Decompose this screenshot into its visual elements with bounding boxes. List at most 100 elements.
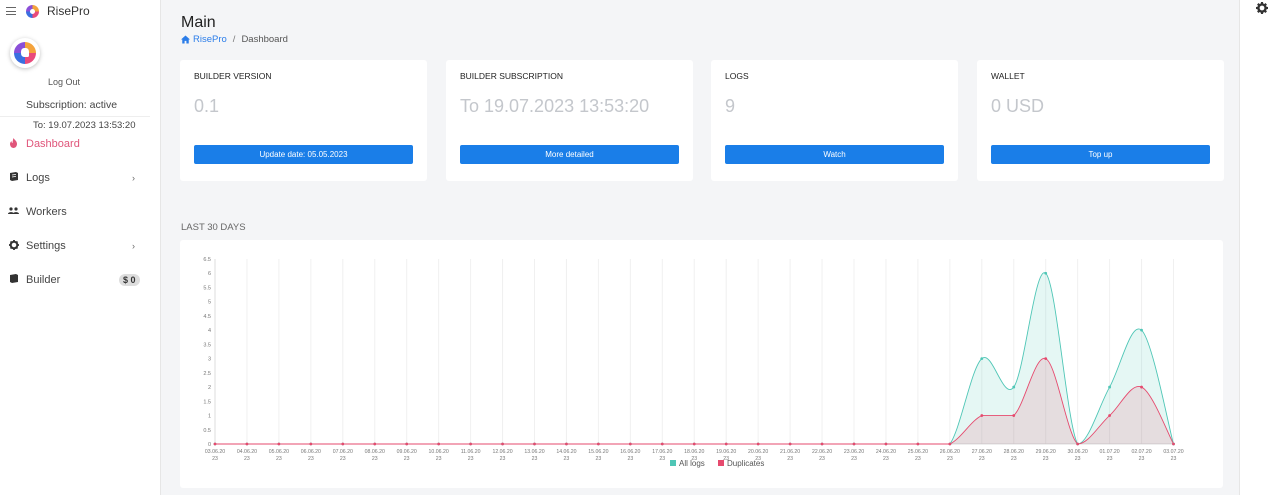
chevron-right-icon: › <box>132 173 135 183</box>
avatar-logo-icon <box>14 42 36 64</box>
watch-button[interactable]: Watch <box>725 145 944 164</box>
data-point <box>980 414 984 417</box>
data-point <box>1172 442 1175 446</box>
x-tick-label: 13.06.20 23 <box>524 449 544 462</box>
data-point <box>533 442 536 446</box>
breadcrumb-current: Dashboard <box>241 34 288 45</box>
x-tick-label: 04.06.20 23 <box>237 449 257 462</box>
data-point <box>1108 385 1111 389</box>
y-tick-label: 5.5 <box>203 285 211 291</box>
more-detailed-button[interactable]: More detailed <box>460 145 679 164</box>
page-title: Main <box>181 14 216 31</box>
data-point <box>213 442 217 446</box>
y-tick-label: 1 <box>208 414 211 420</box>
x-tick-label: 15.06.20 23 <box>588 449 608 462</box>
sidebar-item-builder[interactable]: Builder $ 0 <box>0 263 150 297</box>
sidebar-item-label: Dashboard <box>26 138 80 150</box>
logout-link[interactable]: Log Out <box>48 77 80 87</box>
chevron-right-icon: › <box>132 241 135 251</box>
data-point <box>756 442 760 446</box>
data-point <box>724 442 728 446</box>
avatar <box>10 38 40 68</box>
breadcrumb-home-label: RisePro <box>193 34 227 45</box>
x-tick-label: 21.06.20 23 <box>780 449 800 462</box>
x-tick-label: 03.07.20 23 <box>1163 449 1183 462</box>
data-point <box>1076 442 1080 446</box>
y-tick-label: 0 <box>208 442 211 448</box>
data-point <box>1012 414 1016 417</box>
sidebar-item-workers[interactable]: Workers <box>0 195 150 229</box>
fire-icon <box>8 137 19 151</box>
card-value: 0 USD <box>991 96 1045 116</box>
x-tick-label: 01.07.20 23 <box>1099 449 1119 462</box>
data-point <box>916 442 920 446</box>
data-point <box>948 442 952 446</box>
x-tick-label: 28.06.20 23 <box>1004 449 1024 462</box>
card-value: 9 <box>725 96 736 116</box>
chart-card: 0 0.5 1 1.5 2 2.5 3 3.5 4 4.5 5 5.5 6 6.5 03.06.20 23 04… <box>180 240 1223 488</box>
breadcrumb-home-link[interactable]: RisePro <box>181 34 227 45</box>
card-value: To 19.07.2023 13:53:20 <box>460 96 650 116</box>
workers-icon <box>8 206 19 218</box>
sidebar-item-label: Builder <box>26 274 61 286</box>
x-tick-label: 05.06.20 23 <box>269 449 289 462</box>
data-point <box>437 442 441 446</box>
y-tick-label: 6.5 <box>203 257 211 263</box>
data-point <box>884 442 888 446</box>
sidebar-item-dashboard[interactable]: Dashboard <box>0 127 150 161</box>
x-tick-label: 17.06.20 23 <box>652 449 672 462</box>
data-point <box>852 442 856 446</box>
data-point <box>245 442 249 446</box>
y-tick-label: 3.5 <box>203 342 211 348</box>
sidebar-item-logs[interactable]: Logs › <box>0 161 150 195</box>
x-tick-label: 03.06.20 23 <box>205 449 225 462</box>
data-point <box>405 442 409 446</box>
home-icon <box>181 35 190 44</box>
data-point <box>309 442 313 446</box>
chart-section-title: LAST 30 DAYS <box>181 222 246 233</box>
sidebar-item-label: Workers <box>26 206 67 218</box>
sidebar-nav: Dashboard Logs › Workers Settings › Buil… <box>0 127 150 297</box>
hamburger-menu-icon[interactable] <box>6 7 16 15</box>
data-point <box>565 442 568 446</box>
x-tick-label: 27.06.20 23 <box>972 449 992 462</box>
card-logs: LOGS 9 Watch <box>711 60 958 181</box>
y-tick-label: 4.5 <box>203 314 211 320</box>
data-point <box>1044 357 1048 361</box>
x-tick-label: 26.06.20 23 <box>940 449 960 462</box>
x-tick-label: 23.06.20 23 <box>844 449 864 462</box>
y-tick-label: 2.5 <box>203 371 211 377</box>
sidebar-item-label: Settings <box>26 240 66 252</box>
x-tick-label: 24.06.20 23 <box>876 449 896 462</box>
card-builder-subscription: BUILDER SUBSCRIPTION To 19.07.2023 13:53… <box>446 60 693 181</box>
data-point <box>341 442 345 446</box>
balance-badge: $ 0 <box>119 274 140 286</box>
settings-gear-icon[interactable] <box>1256 2 1268 14</box>
x-tick-label: 29.06.20 23 <box>1036 449 1056 462</box>
update-date-button[interactable]: Update date: 05.05.2023 <box>194 145 413 164</box>
x-tick-label: 08.06.20 23 <box>365 449 385 462</box>
y-tick-label: 3 <box>208 357 211 363</box>
brand-name[interactable]: RisePro <box>47 4 90 18</box>
y-tick-label: 5 <box>208 300 211 306</box>
gear-icon <box>8 239 19 253</box>
x-tick-label: 10.06.20 23 <box>429 449 449 462</box>
y-tick-label: 0.5 <box>203 428 211 434</box>
sidebar-item-settings[interactable]: Settings › <box>0 229 150 263</box>
legend-swatch <box>670 460 676 466</box>
data-point <box>597 442 600 446</box>
breadcrumb: RisePro / Dashboard <box>181 34 288 45</box>
y-tick-label: 4 <box>208 328 211 334</box>
subscription-status: Subscription: active <box>26 99 118 111</box>
breadcrumb-separator: / <box>232 34 236 45</box>
card-title: LOGS <box>725 71 749 81</box>
top-up-button[interactable]: Top up <box>991 145 1210 164</box>
top-bar: RisePro <box>0 0 150 22</box>
data-point <box>1140 385 1143 389</box>
x-tick-label: 09.06.20 23 <box>397 449 417 462</box>
main-content: Main RisePro / Dashboard BUILDER VERSION… <box>160 0 1240 495</box>
brand-logo-icon <box>26 4 39 18</box>
data-point <box>1012 385 1016 389</box>
x-tick-label: 22.06.20 23 <box>812 449 832 462</box>
x-tick-label: 12.06.20 23 <box>492 449 512 462</box>
